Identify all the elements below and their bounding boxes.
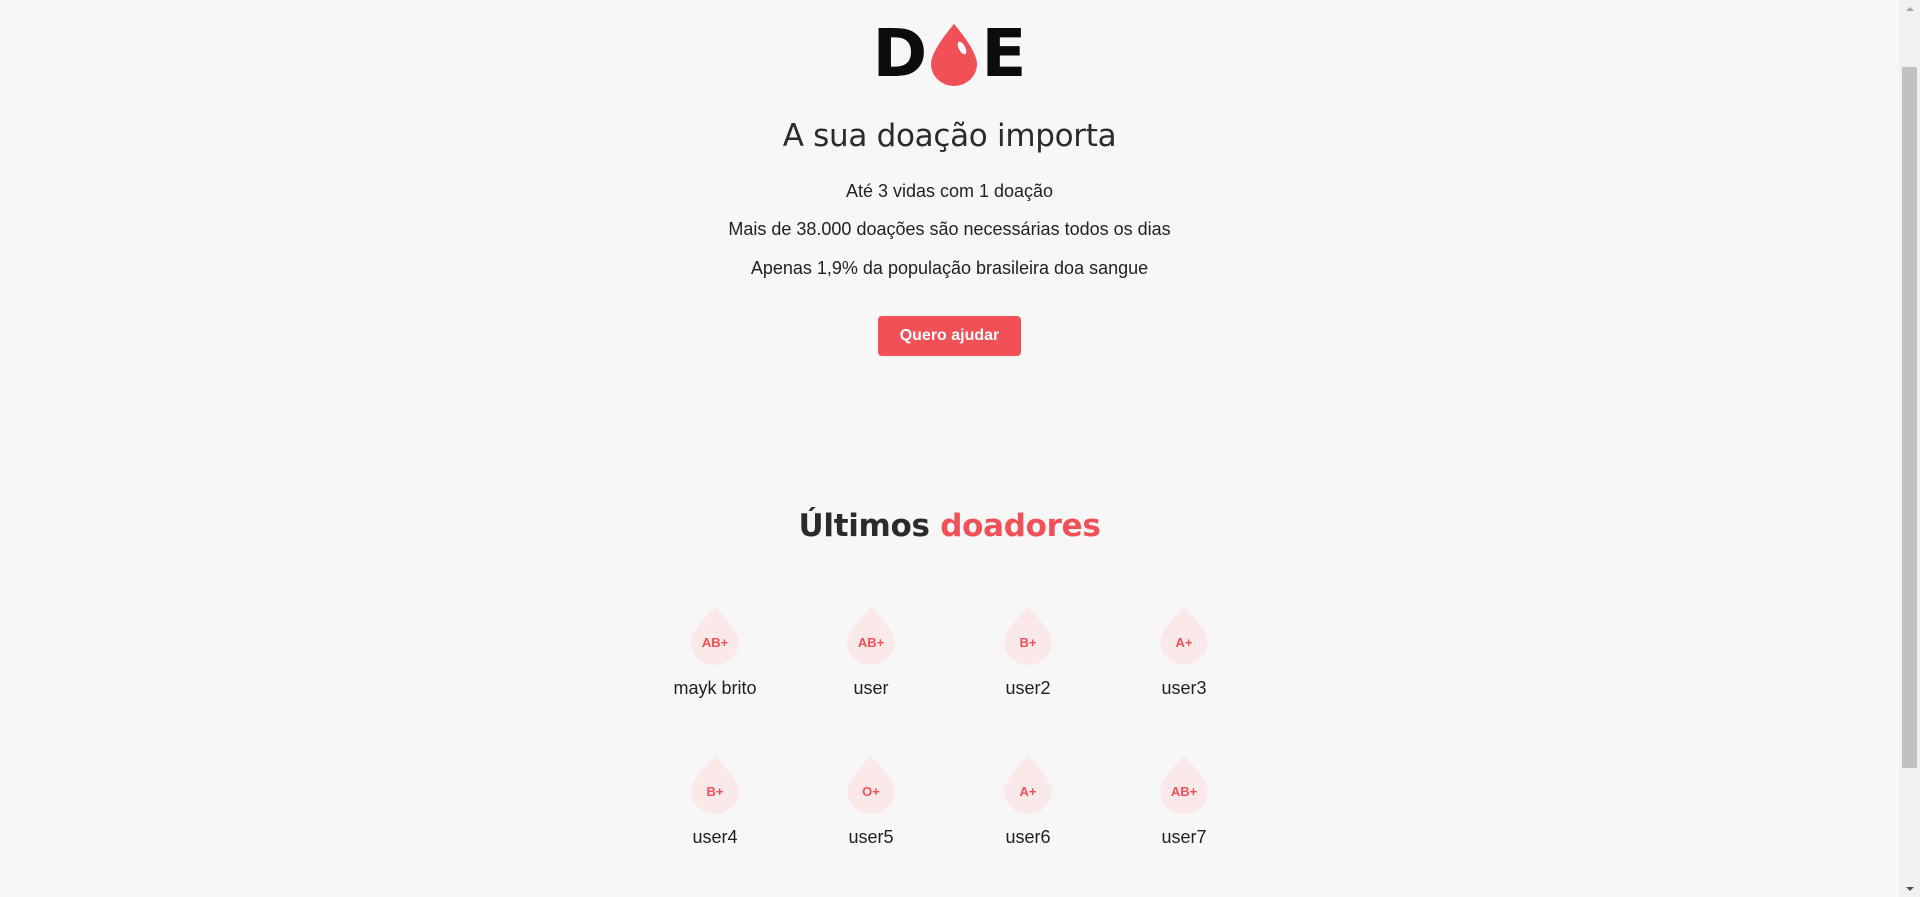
blood-type-label: O+	[862, 784, 880, 799]
scrollbar[interactable]	[1899, 0, 1920, 897]
donor-item: AB+ user7	[1119, 755, 1249, 875]
donor-name: mayk brito	[673, 678, 757, 698]
scroll-up-arrow-icon[interactable]	[1899, 0, 1920, 17]
blood-type-label: B+	[706, 784, 724, 799]
donor-item: B+ user2	[963, 606, 1093, 726]
page: D E A sua doação importa Até 3 vidas com…	[0, 0, 1899, 897]
blood-type-label: B+	[1019, 635, 1037, 650]
donor-name: user5	[848, 827, 894, 847]
donors-title-accent: doadores	[940, 508, 1101, 544]
donor-item: O+ user5	[806, 755, 936, 875]
donor-item: AB+ user	[806, 606, 936, 726]
scroll-down-arrow-icon[interactable]	[1899, 880, 1920, 897]
blood-type-label: AB+	[857, 635, 885, 650]
logo-letter-d: D	[872, 15, 928, 92]
fact-lives: Até 3 vidas com 1 doação	[845, 181, 1054, 201]
fact-daily-need: Mais de 38.000 doações são necessárias t…	[728, 219, 1171, 239]
donor-name: user4	[692, 827, 738, 847]
donor-name: user6	[1005, 827, 1051, 847]
help-button[interactable]: Quero ajudar	[878, 316, 1021, 356]
logo: D E	[0, 15, 1899, 92]
blood-type-label: AB+	[1170, 784, 1198, 799]
donor-name: user7	[1161, 827, 1207, 847]
donors-section-title: Últimos doadores	[0, 508, 1899, 544]
donor-item: A+ user3	[1119, 606, 1249, 726]
blood-type-label: A+	[1175, 635, 1193, 650]
donor-item: AB+ mayk brito	[650, 606, 780, 726]
donor-name: user2	[1005, 678, 1051, 698]
blood-drop-icon	[931, 24, 978, 86]
donor-name: user3	[1161, 678, 1207, 698]
donor-item: A+ user6	[963, 755, 1093, 875]
blood-type-label: AB+	[701, 635, 729, 650]
donor-item: B+ user4	[650, 755, 780, 875]
fact-population: Apenas 1,9% da população brasileira doa …	[750, 258, 1149, 278]
page-title: A sua doação importa	[782, 118, 1117, 154]
logo-letter-e: E	[981, 15, 1027, 92]
scrollbar-thumb[interactable]	[1902, 67, 1917, 768]
donor-name: user	[853, 678, 889, 698]
donors-title-part1: Últimos	[798, 508, 931, 544]
blood-type-label: A+	[1019, 784, 1037, 799]
